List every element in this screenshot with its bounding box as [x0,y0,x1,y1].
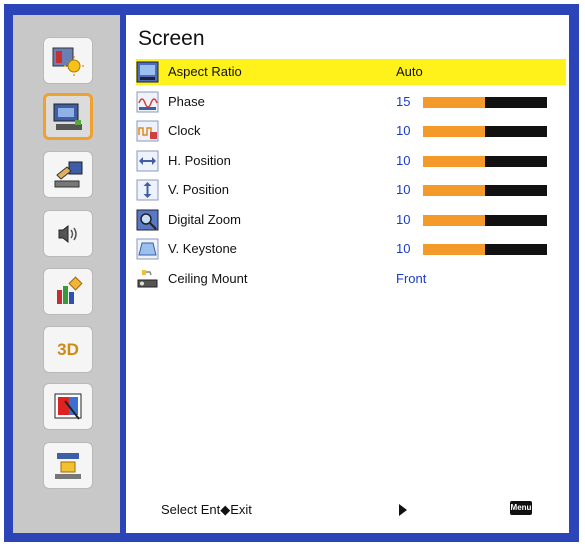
row-value: 10 [396,153,411,168]
sidebar-item-screen[interactable] [43,93,93,140]
footer-hint: Select Ent◆Exit [161,502,252,517]
v-keystone-icon [136,238,159,260]
options-icon [57,275,83,304]
phase-icon [136,91,159,113]
sidebar-item-setup[interactable] [43,151,93,198]
slider-fill [423,244,485,255]
menu-row-digital-zoom[interactable]: Digital Zoom 10 [136,207,566,233]
row-label: Digital Zoom [168,212,241,227]
row-label: V. Position [168,182,229,197]
slider-fill [423,126,485,137]
menu-row-phase[interactable]: Phase 15 [136,89,566,115]
menu-row-v-keystone[interactable]: V. Keystone 10 [136,236,566,262]
menu-row-ceiling-mount[interactable]: Ceiling Mount Front [136,266,566,292]
h-position-slider[interactable] [423,156,547,167]
row-label: Ceiling Mount [168,271,248,286]
page-title: Screen [138,27,205,50]
menu-row-v-position[interactable]: V. Position 10 [136,177,566,203]
row-label: Clock [168,123,201,138]
v-keystone-slider[interactable] [423,244,547,255]
row-value: 10 [396,241,411,256]
row-value: 10 [396,212,411,227]
v-position-slider[interactable] [423,185,547,196]
row-value: Front [396,271,427,286]
play-icon [399,504,407,516]
row-label: H. Position [168,153,231,168]
setup-icon [54,161,83,187]
osd-frame: 3D Screen Aspect Ratio Auto Phase 15 Clo… [4,4,579,542]
screen-menu-panel: Screen Aspect Ratio Auto Phase 15 Clock … [126,15,569,533]
volume-icon [58,224,77,243]
menu-row-h-position[interactable]: H. Position 10 [136,148,566,174]
digital-zoom-slider[interactable] [423,215,547,226]
slider-fill [423,97,485,108]
network-icon [55,452,81,479]
sidebar: 3D [13,15,120,533]
footer: Select Ent◆Exit Menu [126,493,569,523]
sidebar-item-presentation[interactable] [43,383,93,430]
row-label: Phase [168,94,205,109]
row-label: V. Keystone [168,241,237,256]
sidebar-item-image[interactable] [43,37,93,84]
3d-icon: 3D [57,339,79,359]
slider-fill [423,185,485,196]
v-position-icon [136,179,159,201]
clock-slider[interactable] [423,126,547,137]
menu-key-icon: Menu [510,501,532,515]
slider-fill [423,215,485,226]
aspect-ratio-icon [136,61,159,83]
h-position-icon [136,150,159,172]
osd-window: 3D Screen Aspect Ratio Auto Phase 15 Clo… [13,15,569,533]
sidebar-item-3d[interactable]: 3D [43,326,93,373]
slider-fill [423,156,485,167]
presentation-icon [54,393,82,420]
sidebar-item-options[interactable] [43,268,93,315]
row-value: Auto [396,64,423,79]
row-label: Aspect Ratio [168,64,242,79]
sidebar-item-network[interactable] [43,442,93,489]
screen-settings-icon [53,103,82,130]
phase-slider[interactable] [423,97,547,108]
menu-row-aspect-ratio[interactable]: Aspect Ratio Auto [136,59,566,85]
digital-zoom-icon [136,209,159,231]
sidebar-item-volume[interactable] [43,210,93,257]
clock-icon [136,120,159,142]
menu-row-clock[interactable]: Clock 10 [136,118,566,144]
row-value: 15 [396,94,411,109]
row-value: 10 [396,123,411,138]
ceiling-mount-icon [137,270,158,288]
row-value: 10 [396,182,411,197]
image-settings-icon [52,47,84,76]
